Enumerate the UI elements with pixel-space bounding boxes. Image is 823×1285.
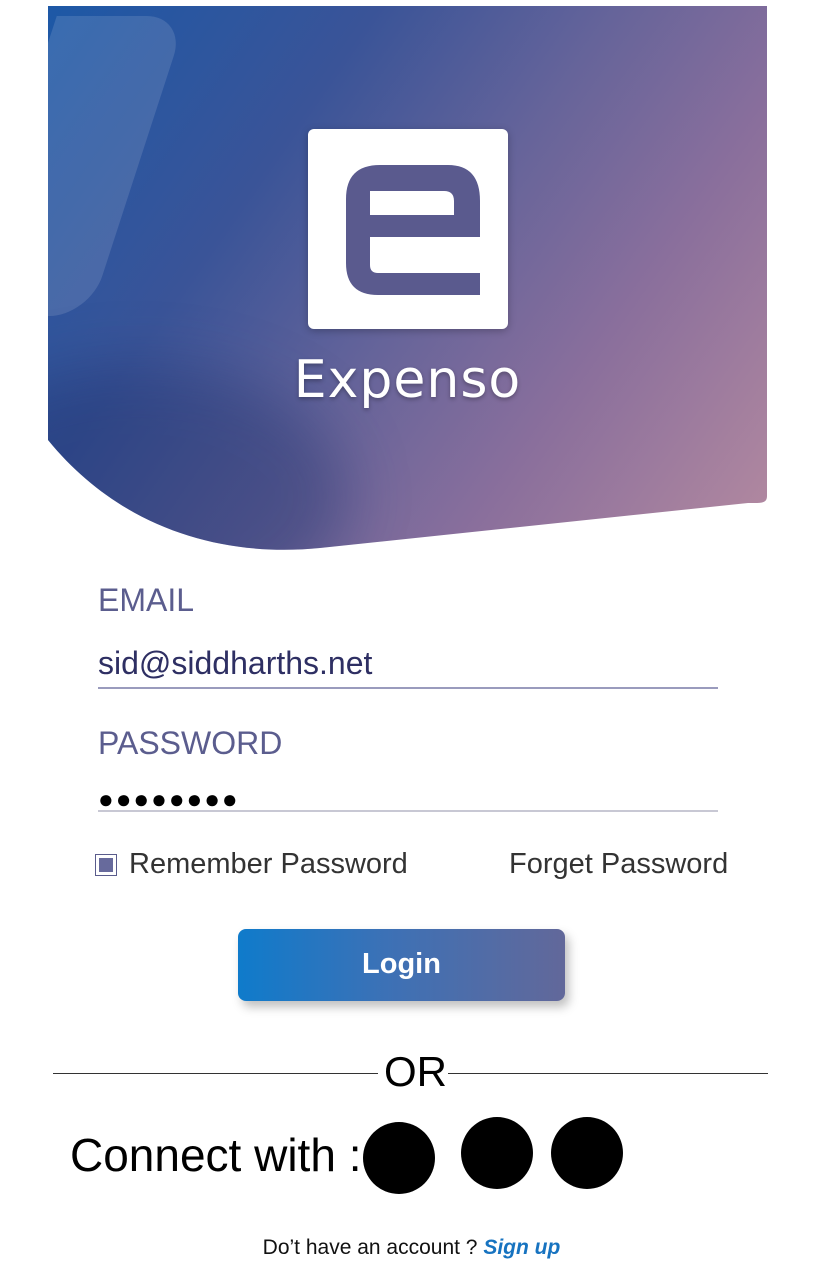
- social-login-button-1[interactable]: [363, 1122, 435, 1194]
- email-field[interactable]: sid@siddharths.net: [98, 645, 718, 689]
- remember-label[interactable]: Remember Password: [129, 848, 408, 881]
- signup-link[interactable]: Sign up: [483, 1236, 560, 1259]
- password-label: PASSWORD: [98, 725, 283, 761]
- social-login-button-3[interactable]: [551, 1117, 623, 1189]
- divider-left: [53, 1073, 378, 1074]
- email-label: EMAIL: [98, 582, 195, 618]
- password-field[interactable]: ●●●●●●●●: [98, 784, 718, 814]
- app-title: Expenso: [293, 350, 522, 410]
- header-banner: Expenso: [48, 6, 767, 551]
- social-login-button-2[interactable]: [461, 1117, 533, 1189]
- or-text: OR: [384, 1048, 447, 1095]
- e-logo-icon: [308, 129, 508, 329]
- app-logo: [308, 129, 508, 329]
- forgot-password-link[interactable]: Forget Password: [509, 848, 728, 881]
- divider-right: [448, 1073, 768, 1074]
- remember-checkbox[interactable]: [95, 854, 117, 876]
- signup-prompt-text: Do’t have an account ?: [262, 1236, 478, 1259]
- login-button[interactable]: Login: [238, 929, 565, 1001]
- decorative-shape: [48, 16, 187, 316]
- signup-prompt: Do’t have an account ? Sign up: [0, 1236, 823, 1260]
- connect-label: Connect with :: [70, 1129, 362, 1181]
